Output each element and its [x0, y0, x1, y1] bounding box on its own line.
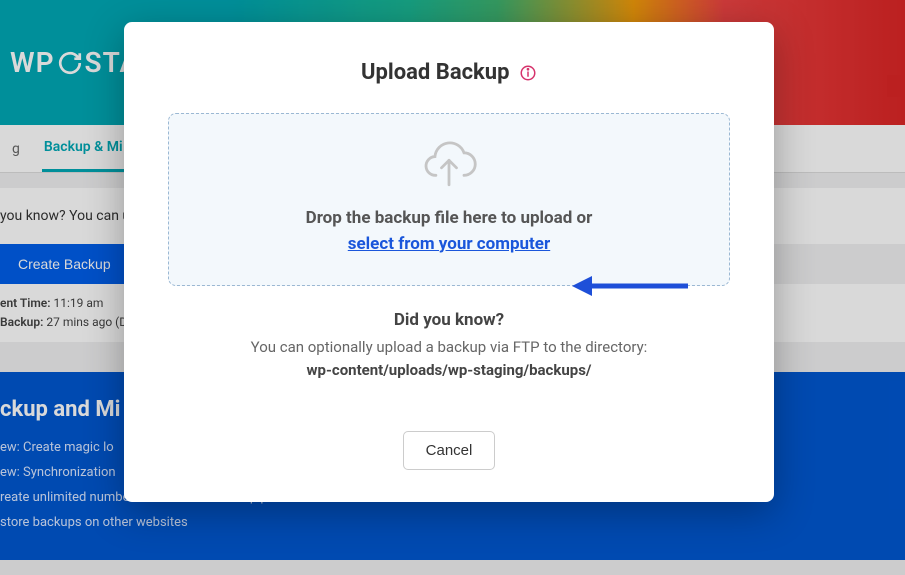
- cancel-button[interactable]: Cancel: [403, 431, 496, 470]
- did-you-know-text: You can optionally upload a backup via F…: [251, 338, 648, 356]
- upload-backup-modal: Upload Backup Drop the backup file here …: [124, 22, 774, 502]
- modal-footer: Cancel: [124, 381, 774, 502]
- modal-title: Upload Backup: [124, 22, 774, 113]
- upload-path: wp-content/uploads/wp-staging/backups/: [307, 361, 592, 379]
- modal-title-text: Upload Backup: [361, 60, 509, 85]
- cloud-upload-icon: [189, 138, 709, 192]
- select-from-computer-link[interactable]: select from your computer: [348, 234, 550, 254]
- dropzone[interactable]: Drop the backup file here to upload or s…: [168, 113, 730, 286]
- did-you-know-heading: Did you know?: [164, 310, 734, 330]
- drop-text: Drop the backup file here to upload or s…: [189, 206, 709, 257]
- annotation-arrow-icon: [570, 273, 690, 303]
- drop-instruction: Drop the backup file here to upload or: [306, 208, 593, 228]
- info-icon[interactable]: [519, 64, 537, 82]
